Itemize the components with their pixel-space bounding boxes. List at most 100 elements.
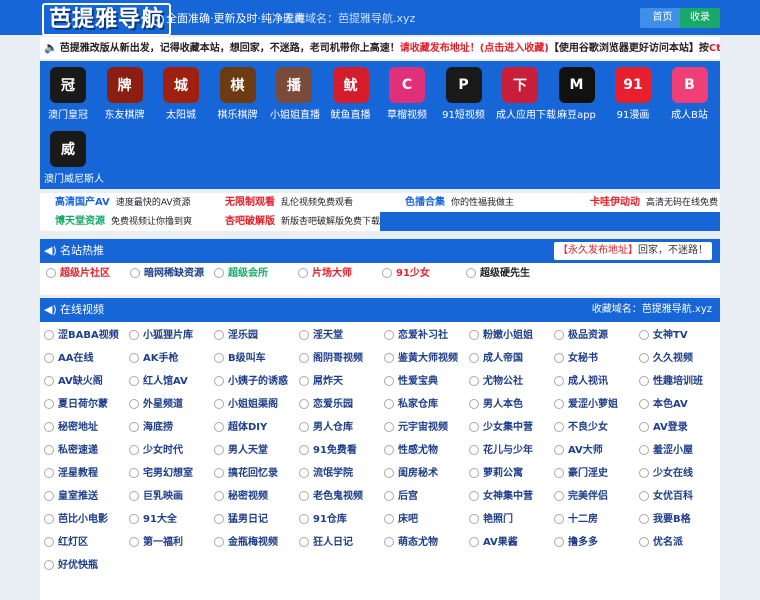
- video-site-link[interactable]: 海底捞: [125, 418, 210, 438]
- video-site-link[interactable]: 恋爱补习社: [380, 326, 465, 346]
- notice-bookmark-link[interactable]: 请收藏发布地址！(点击进入收藏): [400, 43, 549, 54]
- video-site-link[interactable]: AV登录: [635, 418, 720, 438]
- home-button[interactable]: 首页: [640, 8, 685, 28]
- video-site-link[interactable]: 恋爱乐园: [295, 395, 380, 415]
- video-site-link[interactable]: 优名派: [635, 533, 720, 553]
- video-site-link[interactable]: 涩BABA视频: [40, 326, 125, 346]
- video-site-link[interactable]: 撸多多: [550, 533, 635, 553]
- video-site-link[interactable]: 极品资源: [550, 326, 635, 346]
- video-site-link[interactable]: 超体DIY: [210, 418, 295, 438]
- video-site-link[interactable]: 男人本色: [465, 395, 550, 415]
- app-tile[interactable]: 冠澳门皇冠: [44, 67, 92, 121]
- app-tile[interactable]: 威澳门威尼斯人: [44, 131, 104, 185]
- video-site-link[interactable]: 男人仓库: [295, 418, 380, 438]
- video-site-link[interactable]: 好优快瓶: [40, 556, 125, 576]
- video-site-link[interactable]: 鉴黄大师视频: [380, 349, 465, 369]
- video-site-link[interactable]: 91仓库: [295, 510, 380, 530]
- hot-site-link[interactable]: 片场大师: [298, 266, 352, 282]
- video-site-link[interactable]: 少女集中营: [465, 418, 550, 438]
- video-site-link[interactable]: 女神集中营: [465, 487, 550, 507]
- video-site-link[interactable]: 不良少女: [550, 418, 635, 438]
- ad-link[interactable]: 色播合集 你的性福我做主: [405, 193, 570, 212]
- app-tile[interactable]: 牌东友棋牌: [101, 67, 149, 121]
- app-tile[interactable]: M 麻豆app: [553, 67, 601, 121]
- video-site-link[interactable]: 十二房: [550, 510, 635, 530]
- app-tile[interactable]: B 成人B站: [666, 67, 714, 121]
- video-site-link[interactable]: 床吧: [380, 510, 465, 530]
- video-site-link[interactable]: 小姨子的诱惑: [210, 372, 295, 392]
- video-site-link[interactable]: 粉嫩小姐姐: [465, 326, 550, 346]
- video-site-link[interactable]: 淫天堂: [295, 326, 380, 346]
- video-site-link[interactable]: 久久视频: [635, 349, 720, 369]
- hot-site-link[interactable]: 超级片社区: [46, 266, 110, 282]
- video-site-link[interactable]: 淫星教程: [40, 464, 125, 484]
- video-site-link[interactable]: 私密速递: [40, 441, 125, 461]
- video-site-link[interactable]: 红灯区: [40, 533, 125, 553]
- video-site-link[interactable]: AV缺火阁: [40, 372, 125, 392]
- video-site-link[interactable]: B级叫车: [210, 349, 295, 369]
- video-site-link[interactable]: 狂人日记: [295, 533, 380, 553]
- video-site-link[interactable]: 爱涩小萝姐: [550, 395, 635, 415]
- app-tile[interactable]: 91 91漫画: [609, 67, 657, 121]
- video-site-link[interactable]: 搞花回忆录: [210, 464, 295, 484]
- video-site-link[interactable]: 私家仓库: [380, 395, 465, 415]
- video-site-link[interactable]: 91大全: [125, 510, 210, 530]
- video-site-link[interactable]: 宅男幻想室: [125, 464, 210, 484]
- video-site-link[interactable]: 完美伴侣: [550, 487, 635, 507]
- video-site-link[interactable]: 元宇宙视频: [380, 418, 465, 438]
- permanent-address-link[interactable]: 【永久发布地址】回家，不迷路！: [554, 242, 712, 260]
- video-site-link[interactable]: 小姐姐渠阁: [210, 395, 295, 415]
- video-site-link[interactable]: 夏日荷尔蒙: [40, 395, 125, 415]
- app-tile[interactable]: 下成人应用下载: [496, 67, 556, 121]
- ad-link[interactable]: 博天堂资源 免费视频让你撸到爽: [55, 212, 220, 231]
- hot-site-link[interactable]: 91少女: [382, 266, 430, 282]
- video-site-link[interactable]: AV大师: [550, 441, 635, 461]
- video-site-link[interactable]: 秘密地址: [40, 418, 125, 438]
- video-site-link[interactable]: 屌炸天: [295, 372, 380, 392]
- video-site-link[interactable]: 性趣培训班: [635, 372, 720, 392]
- video-site-link[interactable]: 后宫: [380, 487, 465, 507]
- ad-link[interactable]: 无限制观看 乱伦视频免费观看: [225, 193, 390, 212]
- submit-site-button[interactable]: 收录: [680, 8, 720, 28]
- video-site-link[interactable]: 巨乳映画: [125, 487, 210, 507]
- video-site-link[interactable]: 成人视讯: [550, 372, 635, 392]
- video-site-link[interactable]: 性感尤物: [380, 441, 465, 461]
- video-site-link[interactable]: 萝莉公寓: [465, 464, 550, 484]
- video-site-link[interactable]: 猛男日记: [210, 510, 295, 530]
- video-site-link[interactable]: 成人帝国: [465, 349, 550, 369]
- ad-link[interactable]: 卡哇伊动动 高清无码在线免费: [590, 193, 755, 212]
- video-site-link[interactable]: 红人馆AV: [125, 372, 210, 392]
- video-site-link[interactable]: 皇室推送: [40, 487, 125, 507]
- hot-site-link[interactable]: 超级硬先生: [466, 266, 530, 282]
- video-site-link[interactable]: 女秘书: [550, 349, 635, 369]
- video-site-link[interactable]: 流氓学院: [295, 464, 380, 484]
- ad-link[interactable]: 杏吧破解版 新版杏吧破解版免费下载: [225, 212, 390, 231]
- video-site-link[interactable]: 本色AV: [635, 395, 720, 415]
- hot-site-link[interactable]: 暗网稀缺资源: [130, 266, 204, 282]
- ad-link[interactable]: 高清国产AV 速度最快的AV资源: [55, 193, 220, 212]
- video-site-link[interactable]: 91免费看: [295, 441, 380, 461]
- video-site-link[interactable]: 阁阴哥视频: [295, 349, 380, 369]
- video-site-link[interactable]: 女神TV: [635, 326, 720, 346]
- video-site-link[interactable]: 我要B格: [635, 510, 720, 530]
- video-site-link[interactable]: 萌态尤物: [380, 533, 465, 553]
- video-site-link[interactable]: 艳照门: [465, 510, 550, 530]
- video-site-link[interactable]: 性爱宝典: [380, 372, 465, 392]
- video-site-link[interactable]: 花儿与少年: [465, 441, 550, 461]
- video-site-link[interactable]: 秘密视频: [210, 487, 295, 507]
- video-site-link[interactable]: 小狐狸片库: [125, 326, 210, 346]
- video-site-link[interactable]: 老色鬼视频: [295, 487, 380, 507]
- video-site-link[interactable]: 女优百科: [635, 487, 720, 507]
- video-site-link[interactable]: 金瓶梅视频: [210, 533, 295, 553]
- video-site-link[interactable]: 外星频道: [125, 395, 210, 415]
- app-tile[interactable]: 鱿鱿鱼直播: [327, 67, 375, 121]
- video-site-link[interactable]: AK手枪: [125, 349, 210, 369]
- video-site-link[interactable]: 尤物公社: [465, 372, 550, 392]
- app-tile[interactable]: C 草榴视频: [383, 67, 431, 121]
- video-site-link[interactable]: AA在线: [40, 349, 125, 369]
- video-site-link[interactable]: AV果酱: [465, 533, 550, 553]
- video-site-link[interactable]: 淫乐园: [210, 326, 295, 346]
- app-tile[interactable]: P 91短视频: [440, 67, 488, 121]
- video-site-link[interactable]: 豪门淫史: [550, 464, 635, 484]
- hot-site-link[interactable]: 超级会所: [214, 266, 268, 282]
